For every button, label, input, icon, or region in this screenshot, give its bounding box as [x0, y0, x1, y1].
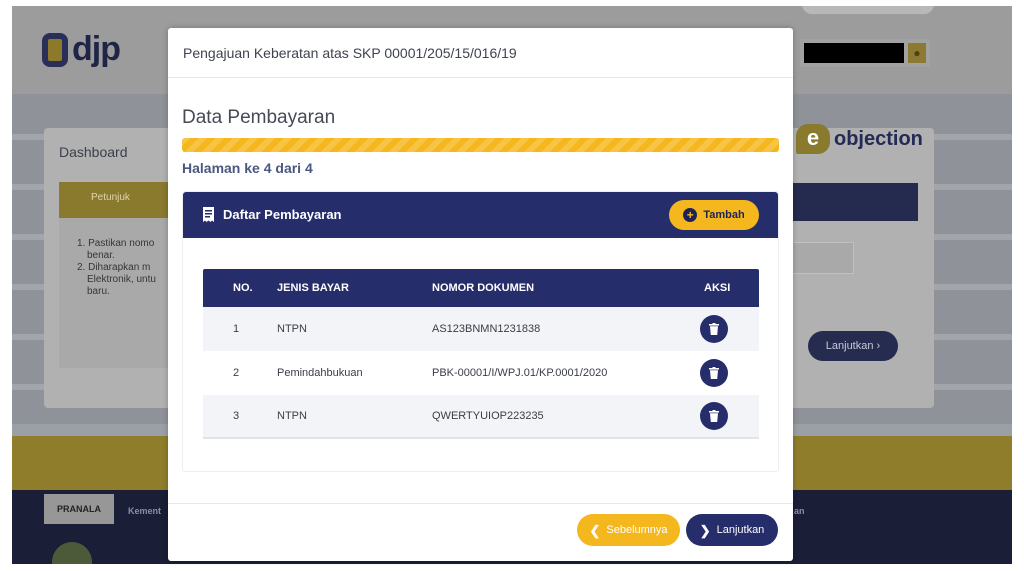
header-jenis-bayar: JENIS BAYAR — [277, 282, 349, 294]
chevron-right-icon: ❯ — [699, 522, 711, 538]
header-no: NO. — [233, 282, 253, 294]
previous-label: Sebelumnya — [606, 524, 668, 536]
petunjuk-header: Petunjuk — [59, 182, 171, 218]
cell-aksi — [700, 315, 759, 343]
background-lanjutkan-button: Lanjutkan › — [808, 331, 898, 361]
payment-table: NO. JENIS BAYAR NOMOR DOKUMEN AKSI 1 NTP… — [203, 269, 759, 439]
top-pill — [802, 6, 934, 14]
cell-nomor-dokumen: QWERTYUIOP223235 — [432, 410, 544, 422]
petunjuk-line: Elektronik, untu — [87, 274, 156, 285]
cell-jenis-bayar: NTPN — [277, 410, 307, 422]
panel-title: Daftar Pembayaran — [223, 207, 342, 222]
previous-button[interactable]: ❮ Sebelumnya — [577, 514, 680, 546]
cell-no: 2 — [233, 367, 240, 379]
trash-icon — [709, 323, 719, 335]
user-menu[interactable]: ● — [800, 39, 930, 67]
modal-title: Pengajuan Keberatan atas SKP 00001/205/1… — [183, 45, 517, 61]
header-aksi: AKSI — [704, 282, 731, 294]
user-icon: ● — [908, 43, 926, 63]
cell-nomor-dokumen: PBK-00001/I/WPJ.01/KP.0001/2020 — [432, 367, 608, 379]
section-title: Data Pembayaran — [182, 107, 336, 128]
trash-icon — [709, 367, 719, 379]
add-payment-label: Tambah — [703, 209, 745, 221]
petunjuk-line: 1. Pastikan nomo — [77, 238, 155, 249]
chevron-left-icon: ❮ — [589, 522, 601, 538]
panel-header: Daftar Pembayaran + Tambah — [183, 192, 778, 238]
modal-dialog: Pengajuan Keberatan atas SKP 00001/205/1… — [168, 28, 793, 561]
pranala-tab: PRANALA — [44, 494, 114, 524]
djp-logo: djp — [42, 30, 121, 69]
petunjuk-line: benar. — [87, 250, 115, 261]
djp-logo-mark — [42, 32, 68, 67]
delete-row-button[interactable] — [700, 315, 728, 343]
petunjuk-line: baru. — [87, 286, 110, 297]
eobjection-logo: e objection — [796, 124, 923, 154]
progress-bar — [182, 138, 779, 152]
plus-circle-icon: + — [683, 208, 698, 222]
cell-no: 1 — [233, 323, 240, 335]
cell-aksi — [700, 402, 759, 430]
cell-no: 3 — [233, 410, 240, 422]
table-row: 1 NTPN AS123BNMN1231838 — [203, 307, 759, 351]
receipt-icon — [203, 207, 214, 222]
table-row: 2 Pemindahbukuan PBK-00001/I/WPJ.01/KP.0… — [203, 351, 759, 395]
petunjuk-list: 1. Pastikan nomo benar. 2. Diharapkan m … — [59, 218, 171, 368]
eobjection-text: objection — [834, 127, 923, 150]
delete-row-button[interactable] — [700, 402, 728, 430]
page-indicator: Halaman ke 4 dari 4 — [182, 160, 313, 176]
footer-link-kement: Kement — [128, 506, 162, 516]
cell-nomor-dokumen: AS123BNMN1231838 — [432, 323, 541, 335]
redacted-username — [804, 43, 904, 63]
petunjuk-line: 2. Diharapkan m — [77, 262, 151, 273]
card-header-strip — [782, 183, 918, 221]
cell-aksi — [700, 359, 759, 387]
footer-link-right: an — [794, 506, 805, 516]
background-lanjutkan-label: Lanjutkan — [825, 340, 874, 352]
table-row: 3 NTPN QWERTYUIOP223235 — [203, 395, 759, 439]
screen: djp ● Dashboard Petunjuk 1. Pastikan nom… — [0, 0, 1024, 571]
next-button[interactable]: ❯ Lanjutkan — [686, 514, 778, 546]
table-header-row: NO. JENIS BAYAR NOMOR DOKUMEN AKSI — [203, 269, 759, 307]
next-label: Lanjutkan — [716, 524, 765, 536]
eobjection-mark: e — [796, 124, 830, 154]
add-payment-button[interactable]: + Tambah — [669, 200, 759, 230]
trash-icon — [709, 410, 719, 422]
djp-logo-text: djp — [72, 30, 121, 68]
cell-jenis-bayar: NTPN — [277, 323, 307, 335]
delete-row-button[interactable] — [700, 359, 728, 387]
payment-list-panel: Daftar Pembayaran + Tambah NO. JENIS BAY… — [182, 191, 779, 472]
cell-jenis-bayar: Pemindahbukuan — [277, 367, 363, 379]
dashboard-title: Dashboard — [59, 144, 128, 160]
header-nomor-dokumen: NOMOR DOKUMEN — [432, 282, 535, 294]
